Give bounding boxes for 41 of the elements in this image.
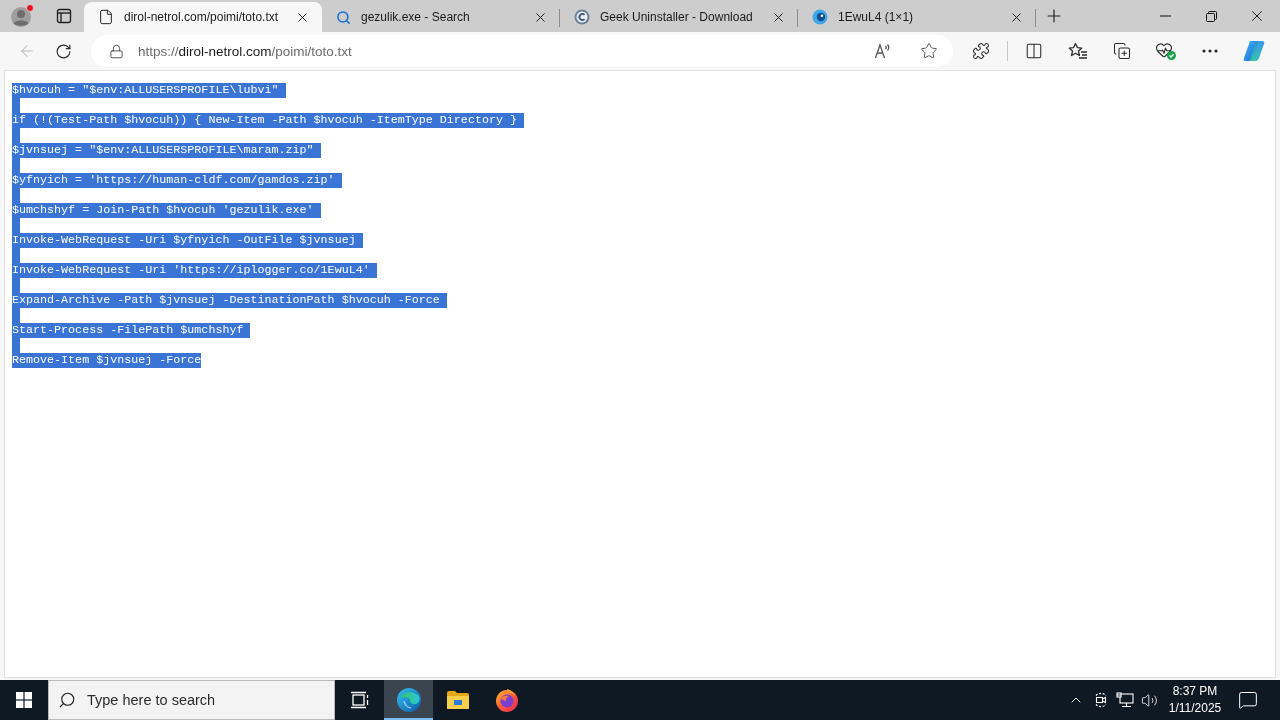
copilot-logo-icon — [1242, 39, 1266, 63]
address-bar[interactable]: https://dirol-netrol.com/poimi/toto.txt — [91, 35, 953, 67]
tab-actions-icon — [56, 8, 72, 24]
read-aloud-icon — [874, 42, 892, 60]
edge-browser-icon — [395, 687, 422, 713]
tab-title: 1EwuL4 (1×1) — [838, 10, 915, 24]
network-icon — [1116, 692, 1134, 708]
clock-date: 1/11/2025 — [1168, 700, 1222, 717]
split-screen-icon — [1025, 42, 1043, 60]
puzzle-icon — [972, 42, 990, 60]
clock-time: 8:37 PM — [1172, 683, 1218, 700]
taskbar-search-field[interactable]: Type here to search — [48, 680, 335, 720]
favorites-icon — [1068, 42, 1088, 60]
ring-logo-icon — [812, 9, 828, 25]
windows-logo-icon — [16, 692, 32, 708]
tab-title: dirol-netrol.com/poimi/toto.txt — [124, 10, 280, 24]
lock-icon — [109, 43, 124, 59]
address-url: https://dirol-netrol.com/poimi/toto.txt — [138, 43, 353, 59]
circle-logo-icon — [574, 9, 590, 25]
minimize-icon — [1159, 15, 1171, 17]
browser-tab[interactable]: 1EwuL4 (1×1) — [798, 2, 1036, 32]
profile-avatar-icon — [10, 4, 34, 28]
restore-icon — [1205, 10, 1217, 22]
tab-title: Geek Uninstaller - Download — [600, 10, 754, 24]
notification-icon — [1238, 690, 1258, 710]
firefox-browser-icon — [493, 687, 520, 713]
search-icon — [58, 691, 76, 709]
folder-icon — [445, 690, 470, 710]
more-icon — [1202, 49, 1218, 53]
document-icon — [98, 9, 114, 25]
star-icon — [920, 42, 938, 60]
browser-tab[interactable]: gezulik.exe - Search — [322, 2, 560, 32]
search-icon — [336, 9, 351, 25]
task-view-icon — [349, 691, 370, 709]
heart-pulse-icon — [1155, 41, 1177, 61]
collections-icon — [1113, 42, 1131, 60]
speaker-icon — [1141, 691, 1158, 709]
browser-tab[interactable]: dirol-netrol.com/poimi/toto.txt — [84, 2, 322, 32]
tab-title: gezulik.exe - Search — [361, 10, 471, 24]
refresh-icon — [54, 42, 72, 60]
browser-tab[interactable]: Geek Uninstaller - Download — [560, 2, 798, 32]
